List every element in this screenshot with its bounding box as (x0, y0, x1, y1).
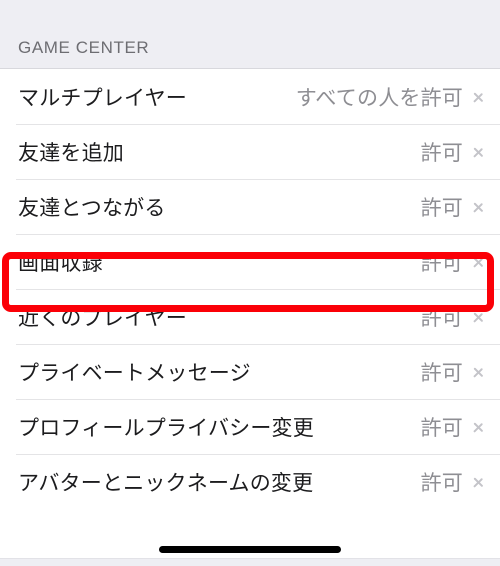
list-item-accessory: すべての人を許可 (296, 82, 486, 112)
chevron-right-icon (473, 251, 486, 273)
list-item[interactable]: プライベートメッセージ 許可 (0, 344, 500, 399)
chevron-right-icon (473, 361, 486, 383)
list-item-label: 近くのプレイヤー (18, 306, 187, 330)
list-item[interactable]: マルチプレイヤー すべての人を許可 (0, 69, 500, 124)
list-item-accessory: 許可 (421, 357, 486, 387)
settings-list: マルチプレイヤー すべての人を許可 友達を追加 許可 友達とつながる 許可 画面… (0, 69, 500, 509)
list-item-label: プライベートメッセージ (18, 361, 251, 385)
section-header-label: GAME CENTER (18, 38, 150, 57)
list-item-accessory: 許可 (421, 467, 486, 497)
list-item[interactable]: 友達とつながる 許可 (0, 179, 500, 234)
settings-screen: GAME CENTER マルチプレイヤー すべての人を許可 友達を追加 許可 友… (0, 0, 500, 566)
home-indicator (159, 546, 341, 553)
list-item[interactable]: アバターとニックネームの変更 許可 (0, 454, 500, 509)
list-item-value: 許可 (420, 196, 463, 220)
chevron-right-icon (473, 86, 486, 108)
list-item-value: 許可 (420, 141, 463, 165)
list-item-accessory: 許可 (421, 247, 486, 277)
list-item-label: プロフィールプライバシー変更 (18, 416, 314, 440)
list-item-accessory: 許可 (421, 192, 486, 222)
bottom-chrome-strip (0, 558, 500, 566)
list-item-value: 許可 (420, 471, 463, 495)
chevron-right-icon (473, 416, 486, 438)
list-item-label: マルチプレイヤー (18, 86, 187, 110)
list-item-value: すべての人を許可 (295, 86, 463, 110)
list-item-label: 画面収録 (18, 251, 103, 275)
list-item[interactable]: プロフィールプライバシー変更 許可 (0, 399, 500, 454)
chevron-right-icon (473, 306, 486, 328)
list-item-screen-recording[interactable]: 画面収録 許可 (0, 234, 500, 289)
list-item[interactable]: 友達を追加 許可 (0, 124, 500, 179)
list-item[interactable]: 近くのプレイヤー 許可 (0, 289, 500, 344)
section-header: GAME CENTER (0, 0, 500, 69)
list-item-value: 許可 (420, 306, 463, 330)
list-item-label: アバターとニックネームの変更 (18, 471, 314, 495)
list-item-accessory: 許可 (421, 412, 486, 442)
list-item-accessory: 許可 (421, 302, 486, 332)
list-item-label: 友達を追加 (18, 141, 124, 165)
list-item-value: 許可 (420, 251, 463, 275)
chevron-right-icon (473, 141, 486, 163)
list-item-value: 許可 (420, 416, 463, 440)
list-item-accessory: 許可 (421, 137, 486, 167)
chevron-right-icon (473, 196, 486, 218)
list-item-value: 許可 (420, 361, 463, 385)
chevron-right-icon (473, 471, 486, 493)
list-item-label: 友達とつながる (18, 196, 166, 220)
